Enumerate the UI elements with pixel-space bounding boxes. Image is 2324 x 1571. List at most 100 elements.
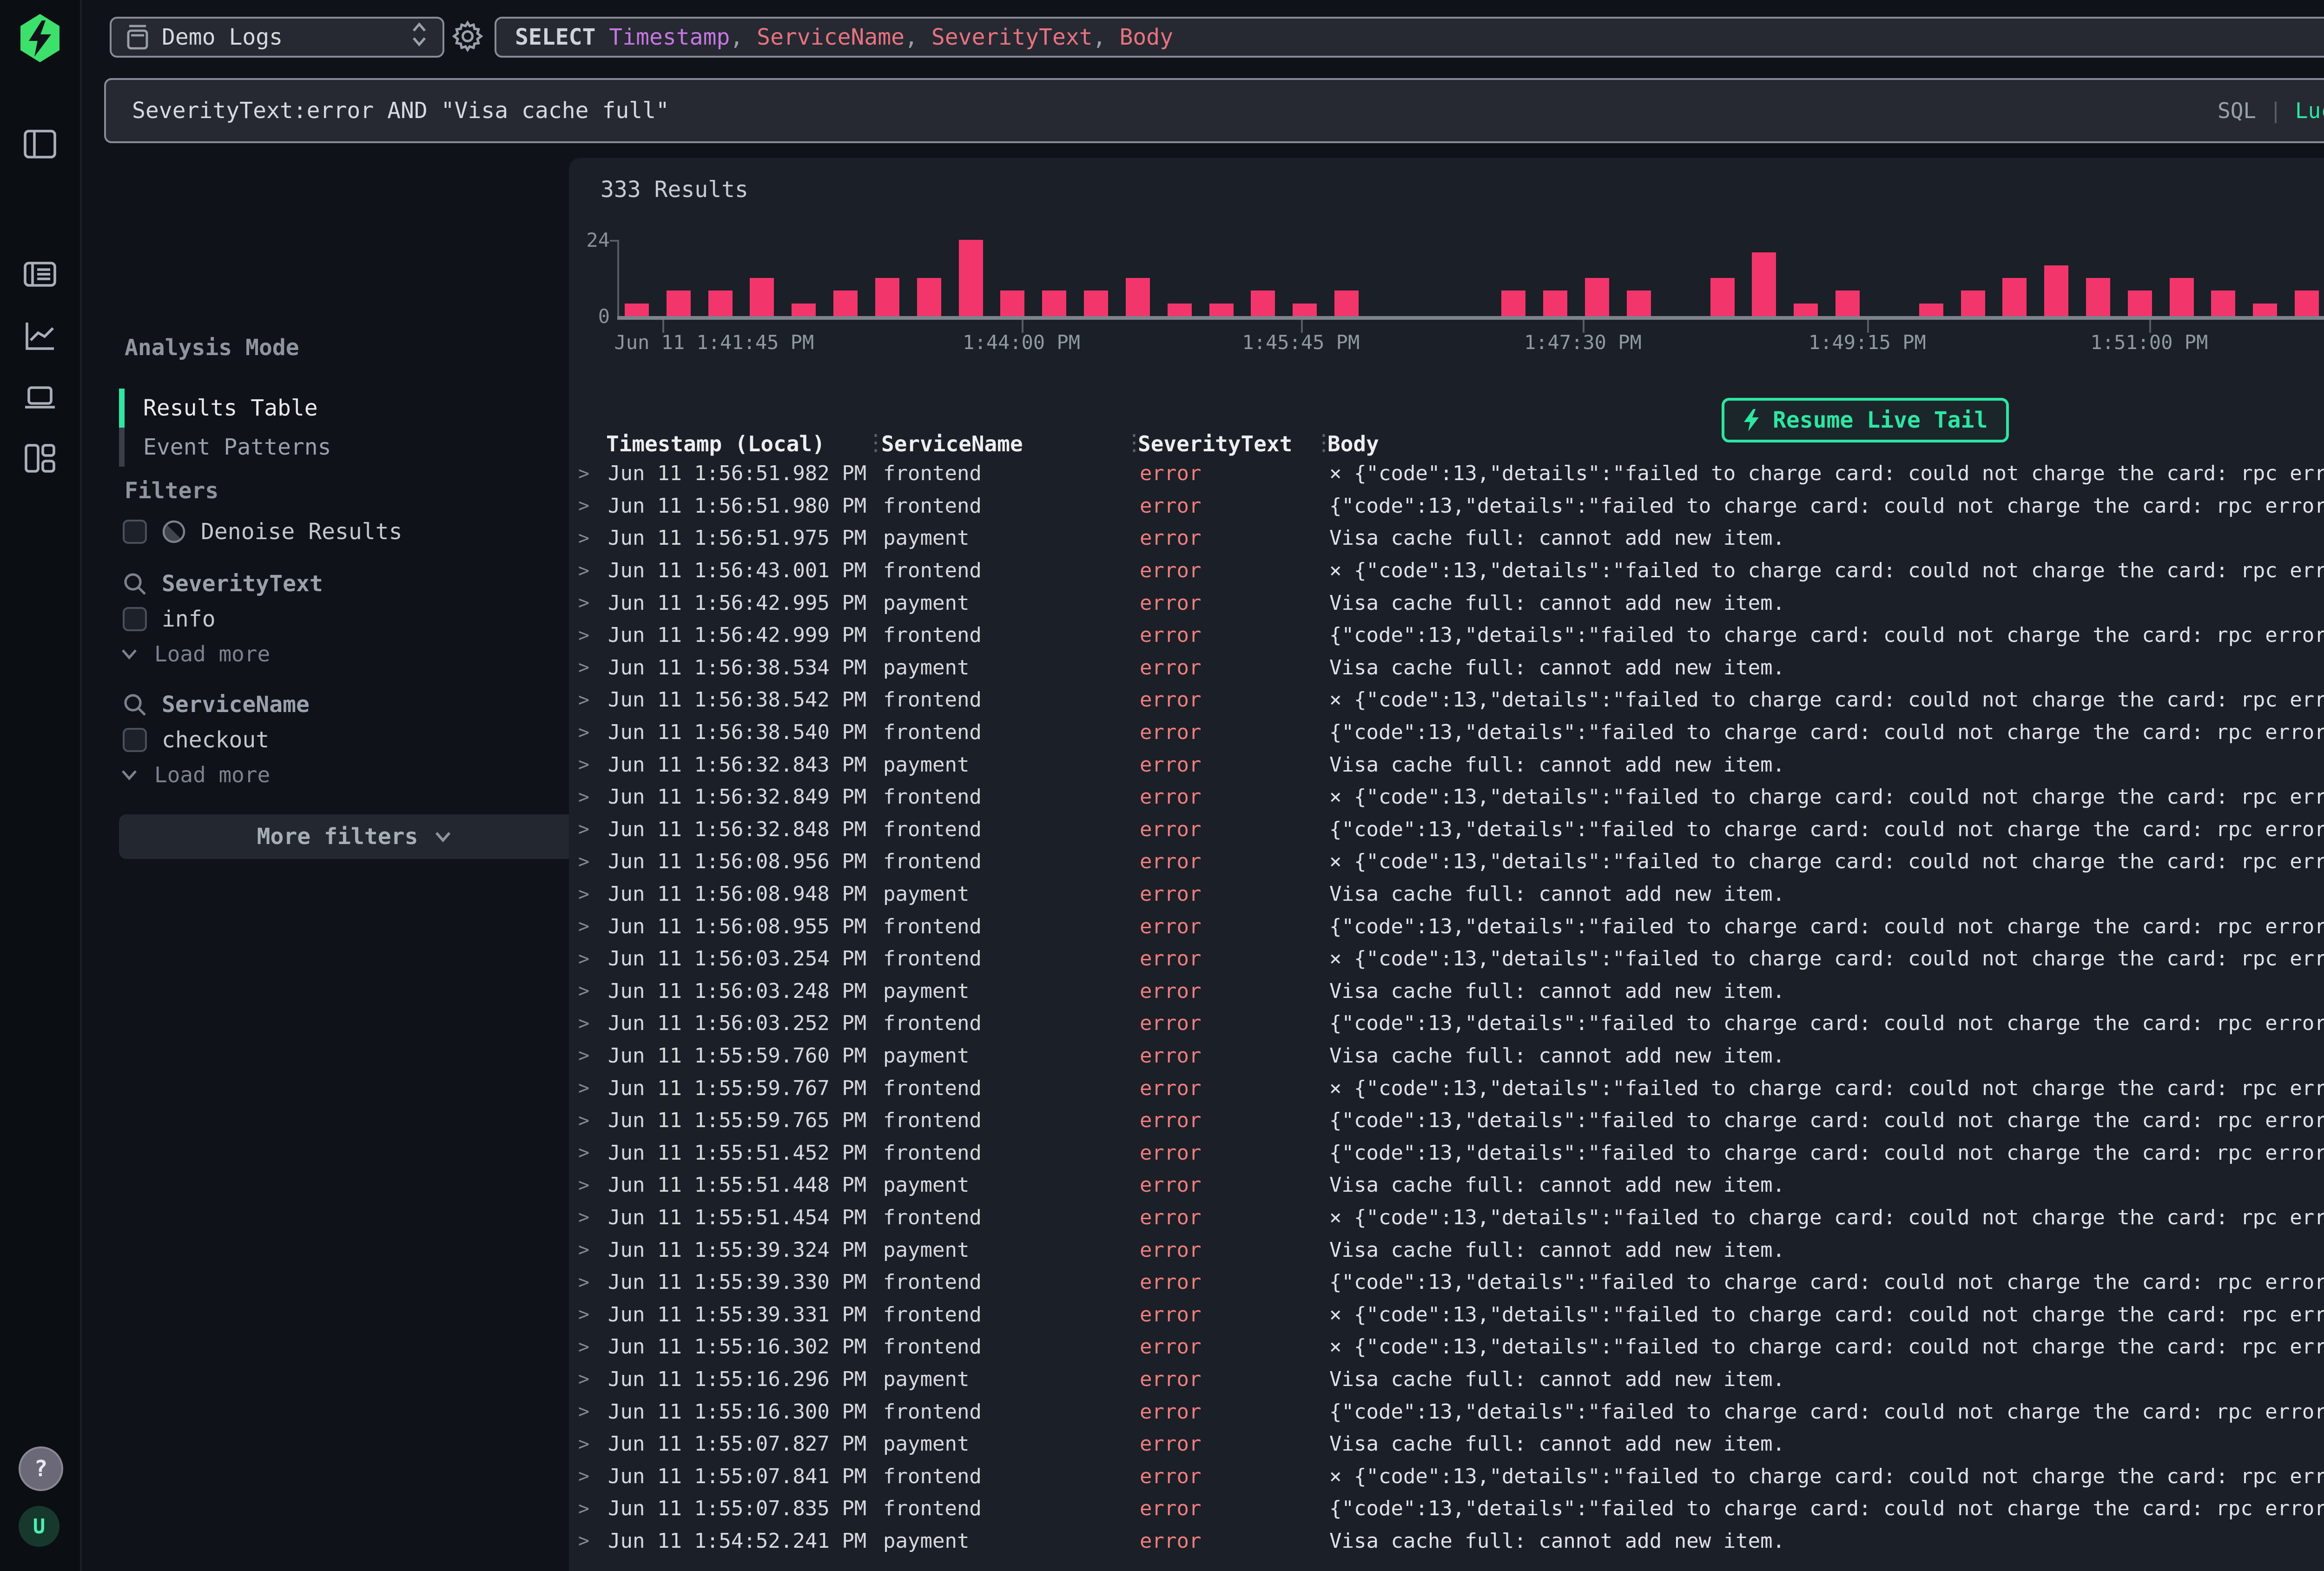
histogram-bar[interactable] <box>625 304 649 316</box>
row-expand-icon[interactable]: > <box>569 495 608 516</box>
row-expand-icon[interactable]: > <box>569 1304 608 1325</box>
app-logo-icon[interactable] <box>15 13 65 63</box>
row-expand-icon[interactable]: > <box>569 1110 608 1131</box>
table-row[interactable]: >Jun 11 1:55:16.302 PMfrontenderror× {"c… <box>569 1331 2324 1363</box>
row-expand-icon[interactable]: > <box>569 1498 608 1519</box>
row-expand-icon[interactable]: > <box>569 1013 608 1034</box>
row-expand-icon[interactable]: > <box>569 1401 608 1422</box>
mode-results-table[interactable]: Results Table <box>143 389 318 428</box>
table-row[interactable]: >Jun 11 1:56:08.956 PMfrontenderror× {"c… <box>569 845 2324 878</box>
table-row[interactable]: >Jun 11 1:55:51.452 PMfrontenderror{"cod… <box>569 1136 2324 1169</box>
histogram-bar[interactable] <box>1710 278 1735 316</box>
mode-event-patterns[interactable]: Event Patterns <box>143 428 331 467</box>
filter-group-servicename[interactable]: ServiceName <box>123 692 310 718</box>
row-expand-icon[interactable]: > <box>569 625 608 646</box>
histogram-bar[interactable] <box>1752 252 1776 316</box>
table-row[interactable]: >Jun 11 1:56:42.999 PMfrontenderror{"cod… <box>569 619 2324 652</box>
table-row[interactable]: >Jun 11 1:56:32.848 PMfrontenderror{"cod… <box>569 813 2324 846</box>
histogram-bar[interactable] <box>2086 278 2110 316</box>
sessions-icon[interactable] <box>22 379 58 415</box>
histogram-bar[interactable] <box>875 278 899 316</box>
histogram-bar[interactable] <box>1168 304 1192 316</box>
table-row[interactable]: >Jun 11 1:56:08.948 PMpaymenterrorVisa c… <box>569 878 2324 911</box>
histogram-bar[interactable] <box>1251 290 1275 316</box>
table-row[interactable]: >Jun 11 1:55:07.835 PMfrontenderror{"cod… <box>569 1492 2324 1525</box>
row-expand-icon[interactable]: > <box>569 528 608 549</box>
row-expand-icon[interactable]: > <box>569 689 608 711</box>
row-expand-icon[interactable]: > <box>569 1368 608 1390</box>
row-expand-icon[interactable]: > <box>569 463 608 484</box>
table-row[interactable]: >Jun 11 1:55:59.760 PMpaymenterrorVisa c… <box>569 1040 2324 1072</box>
filter-option-checkout[interactable]: checkout <box>123 727 269 753</box>
chart-explorer-icon[interactable] <box>22 318 58 353</box>
histogram-bar[interactable] <box>917 278 941 316</box>
histogram-bar[interactable] <box>2253 304 2277 316</box>
histogram-bar[interactable] <box>708 290 733 316</box>
row-expand-icon[interactable]: > <box>569 819 608 840</box>
table-row[interactable]: >Jun 11 1:55:59.767 PMfrontenderror× {"c… <box>569 1072 2324 1104</box>
histogram-bar[interactable] <box>959 240 983 316</box>
table-row[interactable]: >Jun 11 1:56:03.248 PMpaymenterrorVisa c… <box>569 975 2324 1008</box>
table-row[interactable]: >Jun 11 1:55:59.765 PMfrontenderror{"cod… <box>569 1104 2324 1137</box>
histogram-bar[interactable] <box>2044 265 2068 316</box>
table-row[interactable]: >Jun 11 1:54:52.241 PMpaymenterrorVisa c… <box>569 1525 2324 1558</box>
denoise-checkbox[interactable] <box>123 520 147 544</box>
lucene-toggle[interactable]: Lucene <box>2295 98 2324 123</box>
gear-icon[interactable] <box>452 20 483 52</box>
histogram-bar[interactable] <box>1126 278 1150 316</box>
histogram-bar[interactable] <box>1042 290 1066 316</box>
filter-option-info[interactable]: info <box>123 606 216 632</box>
table-row[interactable]: >Jun 11 1:55:39.331 PMfrontenderror× {"c… <box>569 1298 2324 1331</box>
search-input[interactable]: SeverityText:error AND "Visa cache full"… <box>104 78 2324 143</box>
select-clause-input[interactable]: SELECT Timestamp, ServiceName, SeverityT… <box>495 17 2324 58</box>
histogram-bar[interactable] <box>1627 290 1651 316</box>
filter-group-severitytext[interactable]: SeverityText <box>123 571 323 597</box>
histogram-bar[interactable] <box>1543 290 1567 316</box>
table-row[interactable]: >Jun 11 1:56:03.254 PMfrontenderror× {"c… <box>569 943 2324 975</box>
row-expand-icon[interactable]: > <box>569 916 608 937</box>
table-row[interactable]: >Jun 11 1:55:16.296 PMpaymenterrorVisa c… <box>569 1363 2324 1396</box>
table-row[interactable]: >Jun 11 1:56:51.980 PMfrontenderror{"cod… <box>569 490 2324 522</box>
histogram-bar[interactable] <box>1585 278 1609 316</box>
help-button[interactable]: ? <box>19 1446 63 1491</box>
row-expand-icon[interactable]: > <box>569 1207 608 1228</box>
row-expand-icon[interactable]: > <box>569 1142 608 1163</box>
histogram-bar[interactable] <box>2128 290 2152 316</box>
histogram-bar[interactable] <box>2170 278 2194 316</box>
sql-toggle[interactable]: SQL <box>2218 98 2256 123</box>
row-expand-icon[interactable]: > <box>569 1433 608 1455</box>
row-expand-icon[interactable]: > <box>569 1530 608 1551</box>
histogram-bar[interactable] <box>1961 290 1985 316</box>
table-row[interactable]: >Jun 11 1:56:32.849 PMfrontenderror× {"c… <box>569 781 2324 813</box>
more-filters-button[interactable]: More filters <box>119 814 591 859</box>
histogram-bar[interactable] <box>792 304 816 316</box>
row-expand-icon[interactable]: > <box>569 980 608 1002</box>
user-avatar[interactable]: U <box>19 1506 59 1547</box>
row-expand-icon[interactable]: > <box>569 851 608 872</box>
table-row[interactable]: >Jun 11 1:55:07.827 PMpaymenterrorVisa c… <box>569 1428 2324 1460</box>
table-row[interactable]: >Jun 11 1:56:43.001 PMfrontenderror× {"c… <box>569 554 2324 587</box>
col-timestamp[interactable]: Timestamp (Local) <box>606 431 825 456</box>
table-row[interactable]: >Jun 11 1:56:03.252 PMfrontenderror{"cod… <box>569 1007 2324 1040</box>
row-expand-icon[interactable]: > <box>569 592 608 614</box>
histogram-bar[interactable] <box>1794 304 1818 316</box>
row-expand-icon[interactable]: > <box>569 1336 608 1358</box>
denoise-label[interactable]: Denoise Results <box>201 519 402 545</box>
table-row[interactable]: >Jun 11 1:56:32.843 PMpaymenterrorVisa c… <box>569 748 2324 781</box>
row-expand-icon[interactable]: > <box>569 1239 608 1261</box>
table-row[interactable]: >Jun 11 1:55:51.448 PMpaymenterrorVisa c… <box>569 1169 2324 1201</box>
results-histogram[interactable]: 24 0 Jun 11 1:41:45 PM1:44:00 PM1:45:45 … <box>569 158 2324 348</box>
col-servicename[interactable]: ServiceName <box>881 431 1023 456</box>
filter-checkbox[interactable] <box>123 607 147 631</box>
load-more-button[interactable]: Load more <box>119 762 270 787</box>
filter-checkbox[interactable] <box>123 728 147 752</box>
row-expand-icon[interactable]: > <box>569 1175 608 1196</box>
histogram-bar[interactable] <box>1084 290 1108 316</box>
table-row[interactable]: >Jun 11 1:56:42.995 PMpaymenterrorVisa c… <box>569 587 2324 619</box>
source-select[interactable]: Demo Logs <box>110 17 444 58</box>
table-row[interactable]: >Jun 11 1:56:38.540 PMfrontenderror{"cod… <box>569 716 2324 749</box>
table-row[interactable]: >Jun 11 1:55:39.324 PMpaymenterrorVisa c… <box>569 1234 2324 1266</box>
histogram-bar[interactable] <box>1293 304 1317 316</box>
col-body[interactable]: Body <box>1327 431 1379 456</box>
table-row[interactable]: >Jun 11 1:55:39.330 PMfrontenderror{"cod… <box>569 1266 2324 1299</box>
